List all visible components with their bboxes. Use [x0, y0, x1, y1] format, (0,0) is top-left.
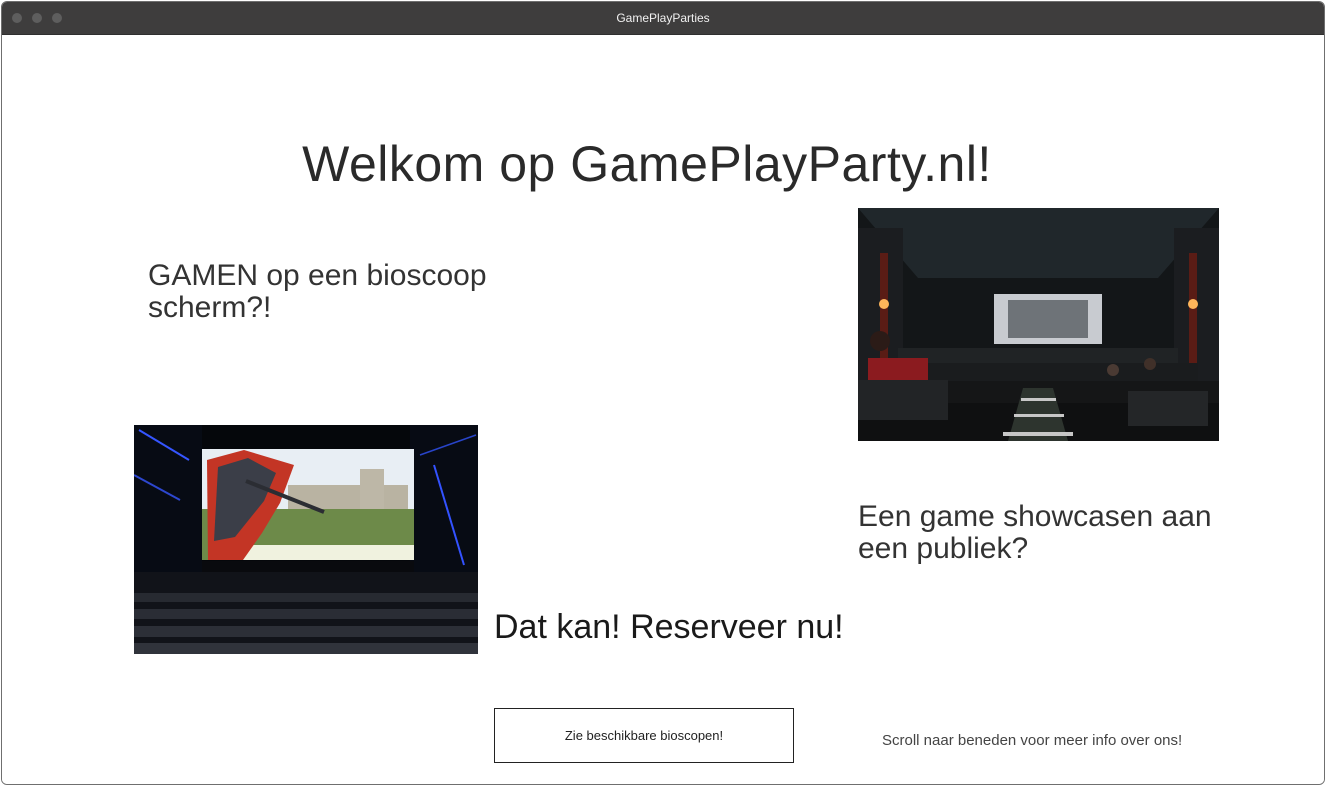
window-title: GamePlayParties: [616, 11, 710, 25]
page-title: Welkom op GamePlayParty.nl!: [302, 136, 992, 192]
cinema-game-screen-illustration: [134, 425, 478, 654]
headline-gaming-cinema: GAMEN op een bioscoop scherm?!: [148, 259, 487, 324]
cinema-audience-illustration: [858, 208, 1219, 441]
page-content: Welkom op GamePlayParty.nl! GAMEN op een…: [2, 35, 1324, 784]
cinema-game-screen-image: [134, 425, 478, 654]
headline-game-showcase: Een game showcasen aan een publiek?: [858, 500, 1212, 565]
titlebar: GamePlayParties: [2, 2, 1324, 35]
reserve-headline: Dat kan! Reserveer nu!: [494, 608, 844, 646]
cinema-audience-image: [858, 208, 1219, 441]
view-cinemas-button[interactable]: Zie beschikbare bioscopen!: [494, 708, 794, 763]
app-window: GamePlayParties Welkom op GamePlayParty.…: [1, 1, 1325, 785]
scroll-hint: Scroll naar beneden voor meer info over …: [882, 732, 1183, 749]
